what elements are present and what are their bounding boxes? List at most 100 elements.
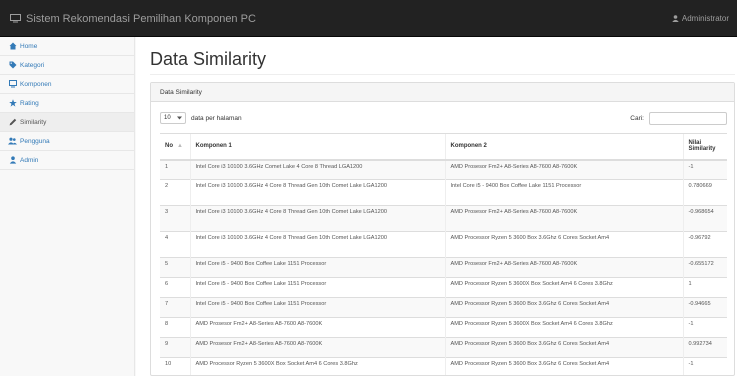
- search-label: Cari:: [630, 114, 644, 122]
- cell-komponen1: Intel Core i5 - 9400 Box Coffee Lake 115…: [189, 257, 445, 278]
- tag-icon: [8, 61, 17, 70]
- sidebar-item-similarity[interactable]: Similarity: [0, 113, 134, 132]
- cell-komponen2: AMD Processor Ryzen 5 3600X Box Socket A…: [444, 277, 683, 298]
- app-brand[interactable]: Sistem Rekomendasi Pemilihan Komponen PC: [10, 0, 256, 37]
- user-menu[interactable]: Administrator: [672, 0, 729, 37]
- cell-no: 9: [160, 337, 190, 358]
- cell-no: 2: [160, 179, 190, 206]
- monitor-icon: [10, 14, 21, 23]
- sidebar-item-label: Pengguna: [20, 137, 50, 145]
- cell-no: 3: [160, 205, 190, 232]
- cell-similarity: 1: [682, 277, 727, 298]
- panel-heading: Data Similarity: [151, 83, 734, 102]
- cell-komponen1: AMD Prosesor Fm2+ A8-Series A8-7600 A8-7…: [189, 337, 445, 358]
- sidebar-item-komponen[interactable]: Komponen: [0, 75, 134, 94]
- chevron-down-icon: [177, 116, 182, 120]
- app-title: Sistem Rekomendasi Pemilihan Komponen PC: [26, 12, 256, 25]
- cell-no: 4: [160, 231, 190, 258]
- table-row: 6 Intel Core i5 - 9400 Box Coffee Lake 1…: [160, 277, 727, 298]
- cell-komponen2: AMD Processor Ryzen 5 3600X Box Socket A…: [444, 317, 683, 338]
- top-navbar: Sistem Rekomendasi Pemilihan Komponen PC…: [0, 0, 737, 37]
- table-row: 7 Intel Core i5 - 9400 Box Coffee Lake 1…: [160, 297, 727, 318]
- cell-komponen1: Intel Core i5 - 9400 Box Coffee Lake 115…: [189, 277, 445, 298]
- cell-komponen1: Intel Core i3 10100 3.6GHz 4 Core 8 Thre…: [189, 179, 445, 206]
- users-icon: [8, 137, 17, 146]
- sidebar-item-kategori[interactable]: Kategori: [0, 56, 134, 75]
- cell-komponen2: AMD Processor Ryzen 5 3600 Box 3.6Ghz 6 …: [444, 297, 683, 318]
- column-header-no[interactable]: No ▲: [160, 133, 190, 161]
- cell-komponen2: AMD Prosesor Fm2+ A8-Series A8-7600 A8-7…: [444, 205, 683, 232]
- title-divider: [150, 74, 735, 75]
- cell-komponen1: Intel Core i5 - 9400 Box Coffee Lake 115…: [189, 297, 445, 318]
- cell-no: 5: [160, 257, 190, 278]
- sidebar-item-label: Similarity: [20, 118, 47, 126]
- page-title: Data Similarity: [150, 49, 267, 69]
- search-control: Cari:: [630, 111, 727, 125]
- page-length-value: 10: [164, 115, 171, 121]
- table-header-row: No ▲ Komponen 1 Komponen 2 Nilai Similarit…: [160, 133, 727, 161]
- user-icon: [672, 15, 679, 22]
- user-name: Administrator: [681, 14, 729, 23]
- cell-similarity: -0.94665: [682, 297, 727, 318]
- cell-similarity: 0.992734: [682, 337, 727, 358]
- cell-similarity: -1: [682, 317, 727, 338]
- table-row: 10 AMD Processor Ryzen 5 3600X Box Socke…: [160, 357, 727, 375]
- sidebar-item-label: Admin: [20, 156, 39, 164]
- cell-komponen1: AMD Prosesor Fm2+ A8-Series A8-7600 A8-7…: [189, 317, 445, 338]
- page-length-label: data per halaman: [191, 114, 242, 122]
- table-row: 3 Intel Core i3 10100 3.6GHz 4 Core 8 Th…: [160, 205, 727, 232]
- sidebar-item-label: Kategori: [20, 61, 45, 69]
- search-input[interactable]: [649, 111, 727, 125]
- cell-komponen2: AMD Processor Ryzen 5 3600 Box 3.6Ghz 6 …: [444, 357, 683, 375]
- sidebar-item-home[interactable]: Home: [0, 37, 134, 56]
- similarity-panel: Data Similarity 10 data per halaman Cari…: [150, 82, 735, 376]
- user-icon: [8, 156, 17, 165]
- table-controls: 10 data per halaman Cari:: [160, 111, 727, 127]
- table-row: 2 Intel Core i3 10100 3.6GHz 4 Core 8 Th…: [160, 179, 727, 206]
- cell-komponen1: AMD Processor Ryzen 5 3600X Box Socket A…: [189, 357, 445, 375]
- cell-komponen2: AMD Processor Ryzen 5 3600 Box 3.6Ghz 6 …: [444, 337, 683, 358]
- column-header-komponen1[interactable]: Komponen 1: [189, 133, 445, 161]
- sidebar-item-label: Home: [20, 42, 38, 50]
- sidebar-item-pengguna[interactable]: Pengguna: [0, 132, 134, 151]
- sidebar-item-rating[interactable]: Rating: [0, 94, 134, 113]
- column-header-similarity[interactable]: Nilai Similarity: [682, 133, 727, 161]
- cell-no: 10: [160, 357, 190, 375]
- monitor-icon: [8, 80, 17, 89]
- cell-no: 8: [160, 317, 190, 338]
- sidebar-item-label: Komponen: [20, 80, 52, 88]
- cell-komponen2: AMD Processor Ryzen 5 3600 Box 3.6Ghz 6 …: [444, 231, 683, 258]
- cell-komponen1: Intel Core i3 10100 3.6GHz Comet Lake 4 …: [189, 159, 445, 180]
- table-row: 9 AMD Prosesor Fm2+ A8-Series A8-7600 A8…: [160, 337, 727, 358]
- page-length-control: 10 data per halaman: [160, 111, 242, 125]
- column-header-komponen2[interactable]: Komponen 2: [444, 133, 683, 161]
- cell-komponen2: AMD Prosesor Fm2+ A8-Series A8-7600 A8-7…: [444, 257, 683, 278]
- cell-similarity: -1: [682, 159, 727, 180]
- sort-icon: ▲: [177, 143, 183, 150]
- cell-komponen1: Intel Core i3 10100 3.6GHz 4 Core 8 Thre…: [189, 205, 445, 232]
- sidebar-item-label: Rating: [20, 99, 39, 107]
- cell-no: 1: [160, 159, 190, 180]
- similarity-table: No ▲ Komponen 1 Komponen 2 Nilai Similarit…: [160, 133, 727, 375]
- home-icon: [8, 42, 17, 51]
- star-icon: [8, 99, 17, 108]
- cell-komponen1: Intel Core i3 10100 3.6GHz 4 Core 8 Thre…: [189, 231, 445, 258]
- table-row: 8 AMD Prosesor Fm2+ A8-Series A8-7600 A8…: [160, 317, 727, 338]
- table-row: 5 Intel Core i5 - 9400 Box Coffee Lake 1…: [160, 257, 727, 278]
- table-row: 1 Intel Core i3 10100 3.6GHz Comet Lake …: [160, 159, 727, 180]
- page-length-select[interactable]: 10: [160, 112, 186, 124]
- cell-komponen2: Intel Core i5 - 9400 Box Coffee Lake 115…: [444, 179, 683, 206]
- cell-komponen2: AMD Prosesor Fm2+ A8-Series A8-7600 A8-7…: [444, 159, 683, 180]
- cell-similarity: 0.780669: [682, 179, 727, 206]
- sidebar-item-admin[interactable]: Admin: [0, 151, 134, 170]
- cell-similarity: -1: [682, 357, 727, 375]
- pencil-icon: [8, 118, 17, 127]
- table-row: 4 Intel Core i3 10100 3.6GHz 4 Core 8 Th…: [160, 231, 727, 258]
- cell-similarity: -0.96792: [682, 231, 727, 258]
- main-content: Data Similarity Data Similarity 10 data …: [136, 37, 737, 376]
- cell-similarity: -0.968654: [682, 205, 727, 232]
- cell-no: 6: [160, 277, 190, 298]
- cell-similarity: -0.655172: [682, 257, 727, 278]
- cell-no: 7: [160, 297, 190, 318]
- sidebar: Home Kategori Komponen Rating Similarity…: [0, 37, 135, 376]
